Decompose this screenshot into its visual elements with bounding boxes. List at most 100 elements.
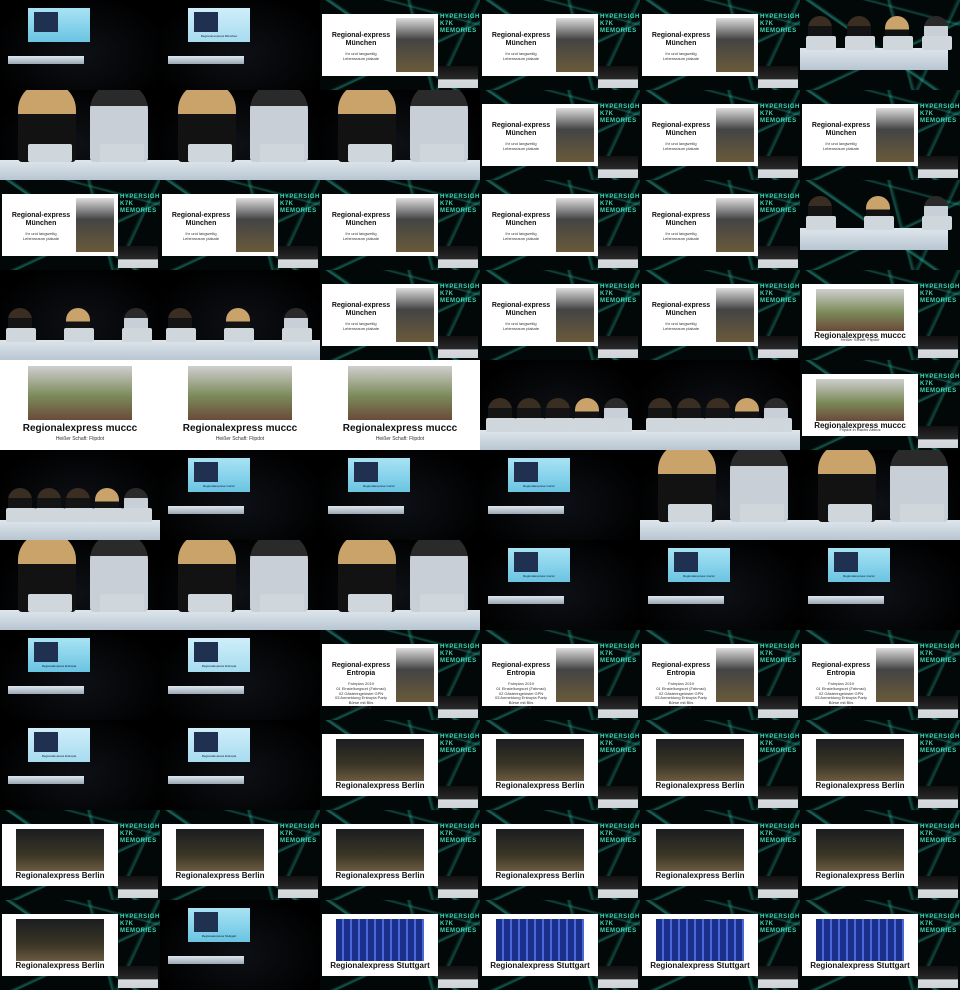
laptop: [602, 418, 632, 432]
video-thumbnail[interactable]: Regionalexpress Berlin HYPERSIGHT K7K MEM…: [480, 720, 640, 810]
slide-photo: [76, 198, 114, 252]
slide-card: Regionalexpress Berlin: [162, 824, 278, 886]
video-thumbnail[interactable]: Regional-express München Ihr und langweil…: [480, 270, 640, 360]
slide-photo: [176, 829, 264, 871]
slide-caption: Regionalexpress Berlin: [15, 961, 105, 970]
video-thumbnail[interactable]: [800, 180, 960, 270]
video-thumbnail[interactable]: Regional-express München Ihr und langweil…: [640, 270, 800, 360]
slide-photo: [716, 18, 754, 72]
video-thumbnail[interactable]: Regional-express München Ihr und langweil…: [160, 180, 320, 270]
video-thumbnail[interactable]: Regionalexpress Entropia: [0, 630, 160, 720]
video-thumbnail[interactable]: Regional-express München Ihr und langweil…: [320, 180, 480, 270]
screen-title: Regional-express München: [200, 34, 238, 38]
video-thumbnail[interactable]: Regional-express München Ihr und langweil…: [480, 180, 640, 270]
video-thumbnail[interactable]: [160, 540, 320, 630]
event-logo: HYPERSIGHT K7K MEMORIES: [760, 644, 800, 664]
slide-card: Regional-express Entropia Fahrplan 2019 0…: [322, 644, 438, 710]
video-thumbnail[interactable]: Regionalexpress Berlin HYPERSIGHT K7K MEM…: [320, 810, 480, 900]
stage-desk: [0, 610, 160, 630]
slide-title: Regional-express München: [651, 122, 711, 137]
video-thumbnail[interactable]: [800, 450, 960, 540]
video-thumbnail[interactable]: Regionalexpress Berlin HYPERSIGHT K7K MEM…: [800, 720, 960, 810]
video-thumbnail[interactable]: Regionalexpress muccc Heißer Schaft: Flip…: [0, 360, 160, 450]
speaker-inset: [918, 876, 958, 898]
slide-card: Regional-express München Ihr und langweil…: [162, 194, 278, 256]
stage-desk: [320, 160, 480, 180]
video-thumbnail[interactable]: [160, 90, 320, 180]
video-thumbnail[interactable]: [160, 270, 320, 360]
projection-screen: Regionalexpress muccc: [828, 548, 890, 582]
slide-subtitle: Fahrplan 2019 01 Einstellungsort (Fahrra…: [814, 681, 868, 710]
video-thumbnail[interactable]: Regional-express München Ihr und langweil…: [800, 90, 960, 180]
video-thumbnail[interactable]: Regionalexpress muccc Flipdot in Dachs Ab…: [800, 360, 960, 450]
video-thumbnail[interactable]: Regionalexpress muccc: [640, 540, 800, 630]
video-thumbnail[interactable]: Regionalexpress Stuttgart HYPERSIGHT K7K …: [320, 900, 480, 990]
projection-screen: Regionalexpress muccc: [668, 548, 730, 582]
video-thumbnail[interactable]: Regionalexpress Stuttgart HYPERSIGHT K7K …: [800, 900, 960, 990]
video-thumbnail[interactable]: [480, 360, 640, 450]
video-thumbnail[interactable]: Regionalexpress Stuttgart HYPERSIGHT K7K …: [480, 900, 640, 990]
laptop: [64, 328, 94, 342]
video-thumbnail[interactable]: Regionalexpress Berlin HYPERSIGHT K7K MEM…: [800, 810, 960, 900]
video-thumbnail[interactable]: Regionalexpress Berlin HYPERSIGHT K7K MEM…: [320, 720, 480, 810]
video-thumbnail[interactable]: Regionalexpress Berlin HYPERSIGHT K7K MEM…: [0, 900, 160, 990]
video-thumbnail[interactable]: [0, 270, 160, 360]
video-thumbnail[interactable]: [800, 0, 960, 90]
video-thumbnail[interactable]: Regionalexpress Stuttgart HYPERSIGHT K7K …: [640, 900, 800, 990]
slide-caption-sub: Heißer Schaft: Flipdot: [840, 337, 880, 342]
video-thumbnail[interactable]: Regionalexpress Berlin HYPERSIGHT K7K MEM…: [160, 810, 320, 900]
video-thumbnail[interactable]: Regionalexpress Stuttgart: [160, 900, 320, 990]
video-thumbnail[interactable]: Regional-express München: [160, 0, 320, 90]
video-thumbnail[interactable]: Regional-express München Ihr und langweil…: [0, 180, 160, 270]
video-thumbnail[interactable]: Regionalexpress muccc Heißer Schaft: Flip…: [800, 270, 960, 360]
video-thumbnail[interactable]: Regional-express Entropia Fahrplan 2019 0…: [480, 630, 640, 720]
stage-desk: [808, 596, 884, 604]
video-thumbnail[interactable]: Regionalexpress muccc Heißer Schaft: Flip…: [160, 360, 320, 450]
video-thumbnail[interactable]: Regionalexpress muccc: [480, 540, 640, 630]
video-thumbnail[interactable]: [0, 90, 160, 180]
video-thumbnail[interactable]: Regional-express München Ihr und langweil…: [640, 90, 800, 180]
slide-photo: [396, 198, 434, 252]
video-thumbnail[interactable]: Regional-express Entropia Fahrplan 2019 0…: [640, 630, 800, 720]
slide-card: Regionalexpress Stuttgart: [642, 914, 758, 976]
slide-caption: Regionalexpress Stuttgart: [490, 961, 590, 970]
slide-subtitle: Ihr und langweilig Lebensraum plakate: [502, 141, 540, 151]
screen-photo: [194, 462, 218, 482]
video-thumbnail[interactable]: Regional-express München Ihr und langweil…: [640, 180, 800, 270]
event-logo: HYPERSIGHT K7K MEMORIES: [920, 734, 960, 754]
video-thumbnail[interactable]: [320, 540, 480, 630]
video-thumbnail[interactable]: Regionalexpress Berlin HYPERSIGHT K7K MEM…: [480, 810, 640, 900]
video-thumbnail[interactable]: Regional-express Entropia Fahrplan 2019 0…: [800, 630, 960, 720]
video-thumbnail[interactable]: Regional-express München Ihr und langweil…: [320, 0, 480, 90]
slide-caption: Regionalexpress Berlin: [815, 781, 905, 790]
video-thumbnail[interactable]: Regionalexpress Entropia: [160, 720, 320, 810]
video-thumbnail[interactable]: [640, 360, 800, 450]
projection-screen: Regionalexpress Entropia: [28, 638, 90, 672]
video-thumbnail[interactable]: Regional-express Entropia Fahrplan 2019 0…: [320, 630, 480, 720]
video-thumbnail[interactable]: Regionalexpress muccc: [160, 450, 320, 540]
video-thumbnail[interactable]: Regional-express München Ihr und langweil…: [480, 90, 640, 180]
video-thumbnail[interactable]: [640, 450, 800, 540]
video-thumbnail[interactable]: Regionalexpress muccc: [800, 540, 960, 630]
video-thumbnail[interactable]: Regionalexpress Berlin HYPERSIGHT K7K MEM…: [640, 720, 800, 810]
video-thumbnail[interactable]: Regionalexpress Entropia: [160, 630, 320, 720]
video-thumbnail[interactable]: Regionalexpress Entropia: [0, 720, 160, 810]
video-thumbnail[interactable]: Regionalexpress muccc: [480, 450, 640, 540]
video-thumbnail[interactable]: Regional-express München Ihr und langweil…: [480, 0, 640, 90]
video-thumbnail[interactable]: Regional-express München Ihr und langweil…: [320, 270, 480, 360]
stage-desk: [328, 506, 404, 514]
screen-photo: [834, 552, 858, 572]
speaker-inset: [918, 696, 958, 718]
speaker-inset: [598, 876, 638, 898]
video-thumbnail[interactable]: Regionalexpress muccc Heißer Schaft: Flip…: [320, 360, 480, 450]
video-thumbnail[interactable]: Regional-express München Ihr und langweil…: [640, 0, 800, 90]
video-thumbnail[interactable]: [0, 540, 160, 630]
laptop: [883, 36, 914, 50]
screen-photo: [674, 552, 698, 572]
video-thumbnail[interactable]: Regionalexpress muccc: [320, 450, 480, 540]
video-thumbnail[interactable]: [0, 450, 160, 540]
video-thumbnail[interactable]: [320, 90, 480, 180]
video-thumbnail[interactable]: Regionalexpress Berlin HYPERSIGHT K7K MEM…: [0, 810, 160, 900]
video-thumbnail[interactable]: Regionalexpress Berlin HYPERSIGHT K7K MEM…: [640, 810, 800, 900]
video-thumbnail[interactable]: [0, 0, 160, 90]
